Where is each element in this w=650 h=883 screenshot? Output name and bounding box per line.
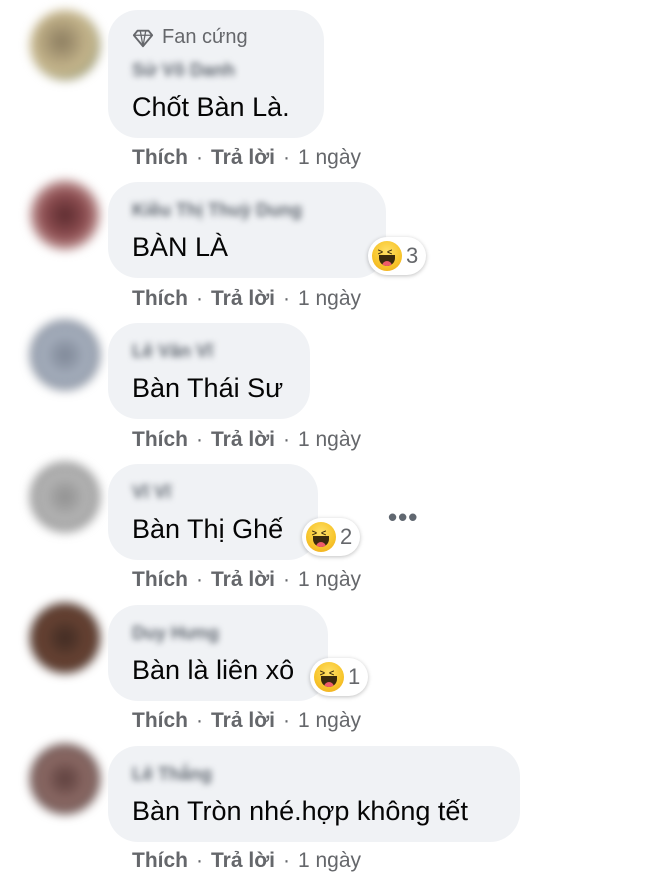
timestamp[interactable]: 1 ngày — [298, 287, 361, 310]
more-options-icon[interactable]: ••• — [388, 502, 418, 533]
commenter-name[interactable]: Kiều Thị Thuỳ Dung — [132, 200, 302, 221]
separator: · — [282, 287, 290, 310]
reaction-count: 1 — [348, 664, 361, 689]
reaction-badge[interactable]: >< 1 — [310, 658, 369, 696]
like-link[interactable]: Thích — [132, 849, 188, 872]
separator: · — [282, 568, 290, 591]
fan-badge: Fan cứng — [132, 26, 248, 49]
timestamp[interactable]: 1 ngày — [298, 849, 361, 872]
comment-text: Bàn Thị Ghế — [132, 514, 284, 544]
separator: · — [196, 568, 203, 591]
separator: · — [196, 146, 203, 169]
comment-bubble — [108, 182, 386, 278]
separator: · — [282, 146, 290, 169]
avatar[interactable] — [30, 320, 100, 390]
comment-text: BÀN LÀ — [132, 232, 229, 262]
comment-text: Bàn Tròn nhé.hợp không tết — [132, 796, 468, 826]
commenter-name[interactable]: Lê Thắng — [132, 764, 212, 785]
separator: · — [196, 709, 203, 732]
comment-text: Bàn là liên xô — [132, 655, 295, 685]
commenter-name[interactable]: Lê Văn Vĩ — [132, 341, 213, 362]
reply-link[interactable]: Trả lời — [211, 146, 275, 169]
like-link[interactable]: Thích — [132, 428, 188, 451]
reply-link[interactable]: Trả lời — [211, 287, 275, 310]
separator: · — [196, 428, 203, 451]
badge-label: Fan cứng — [162, 26, 248, 48]
separator: · — [282, 709, 290, 732]
avatar[interactable] — [30, 180, 100, 250]
separator: · — [196, 287, 203, 310]
separator: · — [282, 428, 290, 451]
avatar[interactable] — [30, 744, 100, 814]
reply-link[interactable]: Trả lời — [211, 568, 275, 591]
comment-actions: Thích · Trả lời · 1 ngày — [132, 849, 361, 873]
avatar[interactable] — [30, 462, 100, 532]
commenter-name[interactable]: Sử Võ Danh — [132, 60, 235, 81]
comment-bubble — [108, 323, 310, 419]
reaction-badge[interactable]: >< 3 — [368, 237, 427, 275]
comment-bubble — [108, 605, 328, 701]
timestamp[interactable]: 1 ngày — [298, 146, 361, 169]
timestamp[interactable]: 1 ngày — [298, 428, 361, 451]
commenter-name[interactable]: Duy Hưng — [132, 623, 219, 644]
comment-bubble — [108, 746, 520, 842]
like-link[interactable]: Thích — [132, 287, 188, 310]
reaction-count: 2 — [340, 524, 353, 549]
separator: · — [282, 849, 290, 872]
comment-actions: Thích · Trả lời · 1 ngày — [132, 709, 361, 733]
reply-link[interactable]: Trả lời — [211, 709, 275, 732]
avatar[interactable] — [30, 603, 100, 673]
timestamp[interactable]: 1 ngày — [298, 568, 361, 591]
haha-reaction-icon: >< — [372, 241, 402, 271]
comment-bubble — [108, 464, 318, 560]
reply-link[interactable]: Trả lời — [211, 428, 275, 451]
comment-actions: Thích · Trả lời · 1 ngày — [132, 146, 361, 170]
comment-actions: Thích · Trả lời · 1 ngày — [132, 568, 361, 592]
haha-reaction-icon: >< — [314, 662, 344, 692]
like-link[interactable]: Thích — [132, 568, 188, 591]
timestamp[interactable]: 1 ngày — [298, 709, 361, 732]
separator: · — [196, 849, 203, 872]
comment-text: Bàn Thái Sư — [132, 373, 284, 403]
like-link[interactable]: Thích — [132, 709, 188, 732]
haha-reaction-icon: >< — [306, 522, 336, 552]
commenter-name[interactable]: Vĩ Vĩ — [132, 482, 171, 503]
comment-actions: Thích · Trả lời · 1 ngày — [132, 287, 361, 311]
avatar[interactable] — [30, 10, 100, 80]
reaction-count: 3 — [406, 243, 419, 268]
like-link[interactable]: Thích — [132, 146, 188, 169]
diamond-icon — [132, 29, 154, 47]
reply-link[interactable]: Trả lời — [211, 849, 275, 872]
comment-text: Chốt Bàn Là. — [132, 92, 290, 122]
comment-actions: Thích · Trả lời · 1 ngày — [132, 428, 361, 452]
reaction-badge[interactable]: >< 2 — [302, 518, 361, 556]
